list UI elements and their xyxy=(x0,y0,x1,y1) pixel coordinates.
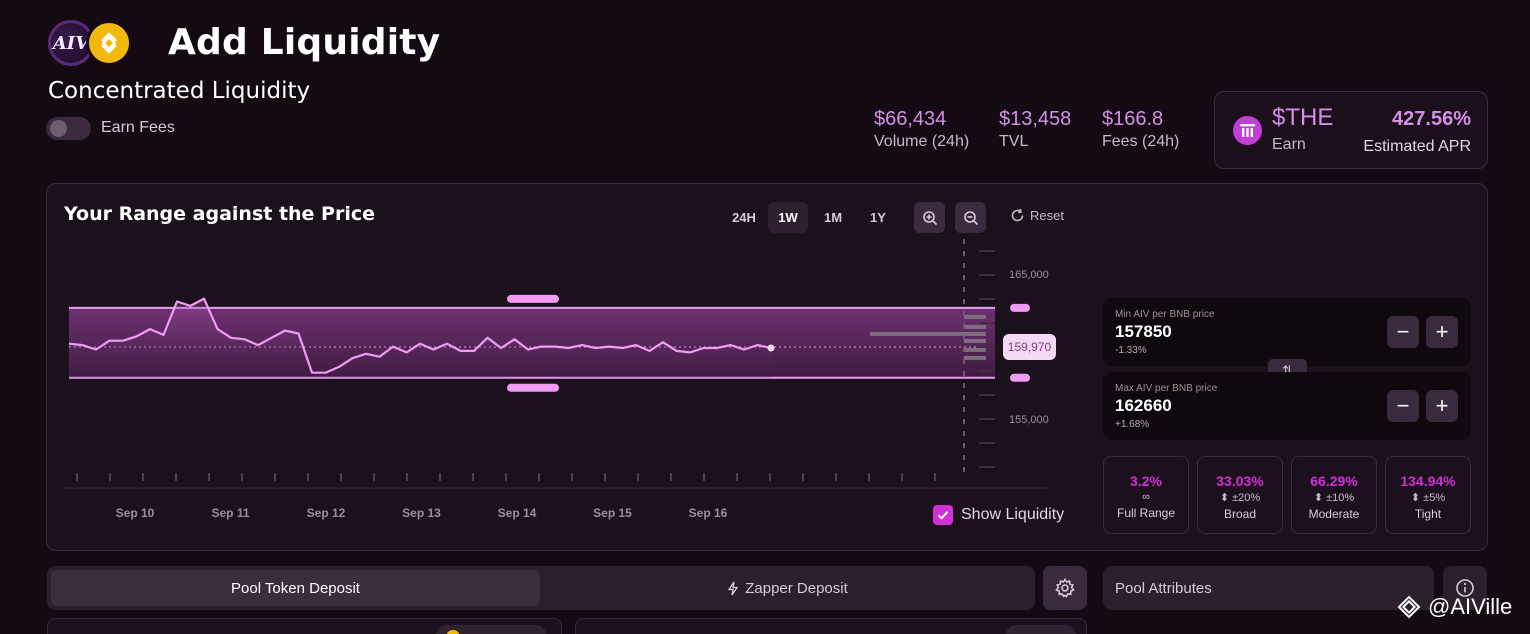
apr-label: Estimated APR xyxy=(1363,138,1471,155)
tab-pool-token-deposit[interactable]: Pool Token Deposit xyxy=(51,570,540,606)
preset-range: ⬍ ±5% xyxy=(1410,492,1446,504)
page-title: Add Liquidity xyxy=(168,22,441,63)
liquidity-bar xyxy=(964,324,986,329)
preset-name: Moderate xyxy=(1308,507,1360,521)
liquidity-bar xyxy=(964,314,986,319)
watermark-text: @AIVille xyxy=(1428,594,1513,619)
y-tick-label: 165,000 xyxy=(1009,269,1049,281)
preset-apr: 33.03% xyxy=(1216,473,1264,489)
min-price-pct: -1.33% xyxy=(1115,345,1147,356)
range-max-side-handle xyxy=(1010,303,1030,312)
tab-label: Zapper Deposit xyxy=(745,579,848,597)
preset-full-range[interactable]: 3.2% ∞ Full Range xyxy=(1103,456,1189,534)
stat-label: Fees (24h) xyxy=(1102,133,1180,150)
liquidity-bar xyxy=(964,347,986,352)
earn-label: Earn xyxy=(1272,136,1306,153)
up-down-icon: ⬍ xyxy=(1313,492,1327,504)
check-icon xyxy=(937,511,949,520)
max-price-card: Max AIV per BNB price 162660 +1.68% − + xyxy=(1103,372,1471,440)
preset-range: ⬍ ±20% xyxy=(1219,492,1261,504)
x-tick-label: Sep 14 xyxy=(498,506,537,520)
max-price-decrease-button[interactable]: − xyxy=(1387,390,1419,422)
stat-fees: $166.8 Fees (24h) xyxy=(1102,108,1179,151)
infinity-icon: ∞ xyxy=(1142,491,1150,503)
stat-value: $66,434 xyxy=(874,108,947,130)
max-price-input[interactable]: 162660 xyxy=(1115,396,1172,416)
lightning-icon xyxy=(728,581,739,595)
pool-type-label: Concentrated Liquidity xyxy=(48,78,311,104)
deposit-card-left xyxy=(47,618,562,634)
preset-name: Full Range xyxy=(1116,506,1176,520)
preset-apr: 66.29% xyxy=(1310,473,1358,489)
liquidity-bar xyxy=(870,331,986,336)
current-price-dot xyxy=(767,344,775,352)
min-price-label: Min AIV per BNB price xyxy=(1115,309,1215,320)
preset-apr: 3.2% xyxy=(1130,473,1162,489)
show-liquidity-checkbox[interactable]: Show Liquidity xyxy=(933,505,1064,525)
token-selector[interactable] xyxy=(436,625,546,634)
stat-value: $166.8 xyxy=(1102,108,1164,130)
preset-name: Tight xyxy=(1414,507,1442,521)
range-chart-panel: Your Range against the Price 24H 1W 1M 1… xyxy=(46,183,1488,551)
earn-fees-toggle[interactable] xyxy=(46,117,91,140)
stat-volume: $66,434 Volume (24h) xyxy=(874,108,969,151)
tab-label: Pool Token Deposit xyxy=(231,579,360,597)
x-tick-label: Sep 12 xyxy=(307,506,346,520)
pool-attributes-toggle[interactable]: Pool Attributes xyxy=(1103,566,1434,610)
min-price-decrease-button[interactable]: − xyxy=(1387,316,1419,348)
x-tick-label: Sep 13 xyxy=(402,506,441,520)
the-token-icon xyxy=(1233,116,1262,145)
deposit-mode-tabs: Pool Token Deposit Zapper Deposit xyxy=(47,566,1035,610)
preset-name: Broad xyxy=(1223,507,1257,521)
liquidity-bar xyxy=(964,355,986,360)
preset-broad[interactable]: 33.03% ⬍ ±20% Broad xyxy=(1197,456,1283,534)
x-tick-label: Sep 11 xyxy=(211,506,249,520)
x-tick-label: Sep 15 xyxy=(593,506,632,520)
bnb-token-logo xyxy=(86,20,132,66)
binance-square-icon xyxy=(1397,595,1421,619)
up-down-icon: ⬍ xyxy=(1410,492,1424,504)
pool-attributes-label: Pool Attributes xyxy=(1115,579,1212,597)
settings-button[interactable] xyxy=(1043,566,1087,610)
toggle-knob xyxy=(50,120,67,137)
reward-token-name: $THE xyxy=(1272,104,1334,131)
max-price-increase-button[interactable]: + xyxy=(1426,390,1458,422)
range-max-drag-handle xyxy=(507,294,559,303)
max-price-label: Max AIV per BNB price xyxy=(1115,383,1218,394)
logo-text: AIV xyxy=(52,32,90,54)
up-down-icon: ⬍ xyxy=(1219,492,1233,504)
show-liquidity-label: Show Liquidity xyxy=(961,506,1065,523)
min-price-input[interactable]: 157850 xyxy=(1115,322,1172,342)
max-price-pct: +1.68% xyxy=(1115,419,1150,430)
gear-icon xyxy=(1055,578,1075,598)
x-tick-label: Sep 16 xyxy=(689,506,728,520)
bnb-icon xyxy=(101,32,117,54)
range-min-drag-handle xyxy=(507,383,559,392)
stat-label: Volume (24h) xyxy=(874,133,970,150)
earn-apr-card: $THE Earn 427.56% Estimated APR xyxy=(1214,91,1488,169)
earn-fees-label: Earn Fees xyxy=(101,119,175,136)
liquidity-bar xyxy=(964,338,986,343)
preset-moderate[interactable]: 66.29% ⬍ ±10% Moderate xyxy=(1291,456,1377,534)
token-selector[interactable] xyxy=(1006,625,1076,634)
tab-zapper-deposit[interactable]: Zapper Deposit xyxy=(544,570,1031,606)
bnb-coin-icon xyxy=(446,630,460,634)
apr-value: 427.56% xyxy=(1392,108,1471,130)
checkbox-checked xyxy=(933,505,953,525)
stat-value: $13,458 xyxy=(999,108,1072,130)
range-min-side-handle xyxy=(1010,373,1030,382)
current-price-label: 159,970 xyxy=(1008,340,1052,354)
min-price-increase-button[interactable]: + xyxy=(1426,316,1458,348)
stat-tvl: $13,458 TVL xyxy=(999,108,1071,151)
preset-tight[interactable]: 134.94% ⬍ ±5% Tight xyxy=(1385,456,1471,534)
preset-apr: 134.94% xyxy=(1400,473,1456,489)
y-tick-label: 155,000 xyxy=(1009,414,1049,426)
deposit-card-right xyxy=(575,618,1087,634)
x-tick-label: Sep 10 xyxy=(116,506,155,520)
min-price-card: Min AIV per BNB price 157850 -1.33% − + xyxy=(1103,298,1471,366)
watermark: @AIVille xyxy=(1396,594,1512,620)
stat-label: TVL xyxy=(999,133,1029,150)
price-range-chart[interactable]: 165,000 155,000 159,970 Sep 10 Sep 11 Sep 12 S… xyxy=(47,184,1087,552)
preset-range: ⬍ ±10% xyxy=(1313,492,1355,504)
